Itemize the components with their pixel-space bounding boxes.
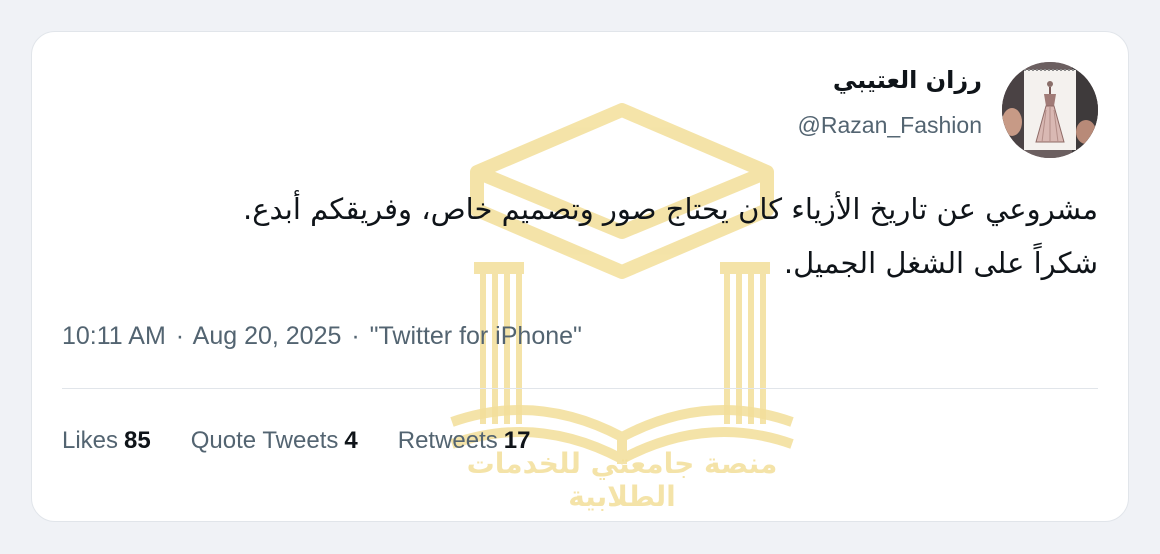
fashion-sketch-avatar-icon (1002, 62, 1098, 158)
tweet-line: مشروعي عن تاريخ الأزياء كان يحتاج صور وت… (243, 192, 1098, 226)
likes-label: Likes (62, 427, 119, 454)
author-display-name[interactable]: رزان العتيبي (833, 66, 982, 94)
tweet-date[interactable]: Aug 20, 2025 (193, 322, 342, 350)
tweet-source: "Twitter for iPhone" (369, 322, 582, 350)
retweets-label: Retweets (397, 427, 498, 454)
tweet-meta: 10:11 AM · Aug 20, 2025 · "Twitter for i… (62, 322, 582, 351)
tweet-card: منصة جامعتي للخدمات الطلابية رزان العتيب… (31, 31, 1129, 522)
quote-tweets-stat[interactable]: Quote Tweets 4 (191, 427, 358, 455)
tweet-stats: Likes 85 Quote Tweets 4 Retweets 17 (62, 427, 531, 455)
avatar[interactable] (1002, 62, 1098, 158)
tweet-text: مشروعي عن تاريخ الأزياء كان يحتاج صور وت… (58, 182, 1098, 290)
retweets-stat[interactable]: Retweets 17 (398, 427, 531, 455)
author-handle[interactable]: @Razan_Fashion (798, 112, 982, 139)
likes-count: 85 (124, 427, 151, 454)
divider (62, 388, 1098, 389)
meta-separator: · (175, 322, 185, 350)
quote-tweets-count: 4 (344, 427, 358, 454)
meta-separator: · (351, 322, 360, 350)
likes-stat[interactable]: Likes 85 (62, 427, 151, 455)
quote-tweets-label: Quote Tweets (190, 427, 339, 454)
watermark-text: منصة جامعتي للخدمات الطلابية (466, 447, 778, 513)
tweet-line: شكراً على الشغل الجميل. (783, 246, 1098, 280)
retweets-count: 17 (503, 427, 531, 454)
tweet-time[interactable]: 10:11 AM (62, 322, 166, 350)
